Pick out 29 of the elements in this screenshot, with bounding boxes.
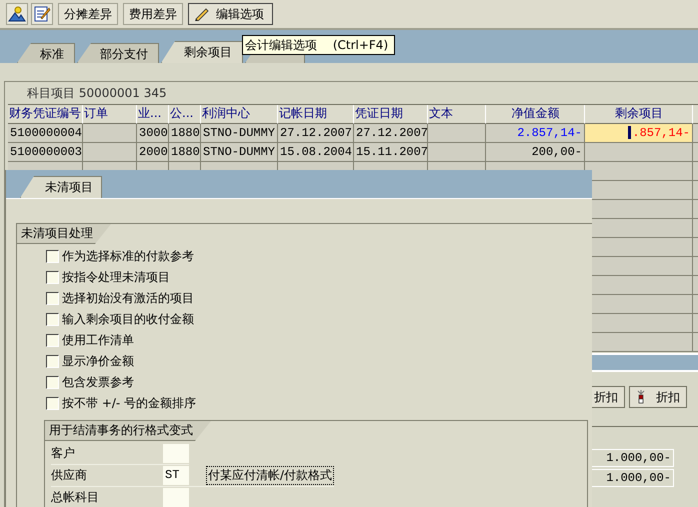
table-cell: 5100000003 xyxy=(8,143,83,162)
table-cell: 200,00- xyxy=(486,143,585,162)
checkbox-label: 输入剩余项目的收付金额 xyxy=(62,311,194,328)
checkbox-label: 显示净价金额 xyxy=(62,353,134,370)
table-cell: 3000 xyxy=(137,124,169,143)
checkbox-label: 使用工作清单 xyxy=(62,332,134,349)
field-label: 供应商 xyxy=(51,467,88,484)
checkbox-label: 按指令处理未清项目 xyxy=(62,269,170,286)
tooltip: 会计编辑选项 (Ctrl+F4) xyxy=(242,35,396,55)
field-label: 客户 xyxy=(51,445,76,462)
table-cell: 2000 xyxy=(137,143,169,162)
checkbox-label: 作为选择标准的付款参考 xyxy=(62,248,194,265)
table-cell: STNO-DUMMY xyxy=(201,124,278,143)
field-label: 总帐科目 xyxy=(51,489,100,506)
checkbox-label: 包含发票参考 xyxy=(62,374,134,391)
table-cell: 27.12.2007 xyxy=(354,124,428,143)
checkbox-label: 选择初始没有激活的项目 xyxy=(62,290,194,307)
table-cell: 27.12.2007 xyxy=(278,124,354,143)
group-title: 未清项目处理 xyxy=(17,224,111,244)
checkbox-label: 按不带 +/- 号的金额排序 xyxy=(62,395,196,412)
table-cell: 15.11.2007 xyxy=(354,143,428,162)
table-cell: STNO-DUMMY xyxy=(201,143,278,162)
table-cell: 1880 xyxy=(169,143,201,162)
group-title: 用于结清事务的行格式变式 xyxy=(45,421,211,441)
table-cell: 15.08.2004 xyxy=(278,143,354,162)
table-cell: 1880 xyxy=(169,124,201,143)
table-cell: 5100000004 xyxy=(8,124,83,143)
table-cell: 2.857,14- xyxy=(486,124,585,143)
account-item-title: 科目项目 50000001 345 xyxy=(26,85,168,102)
